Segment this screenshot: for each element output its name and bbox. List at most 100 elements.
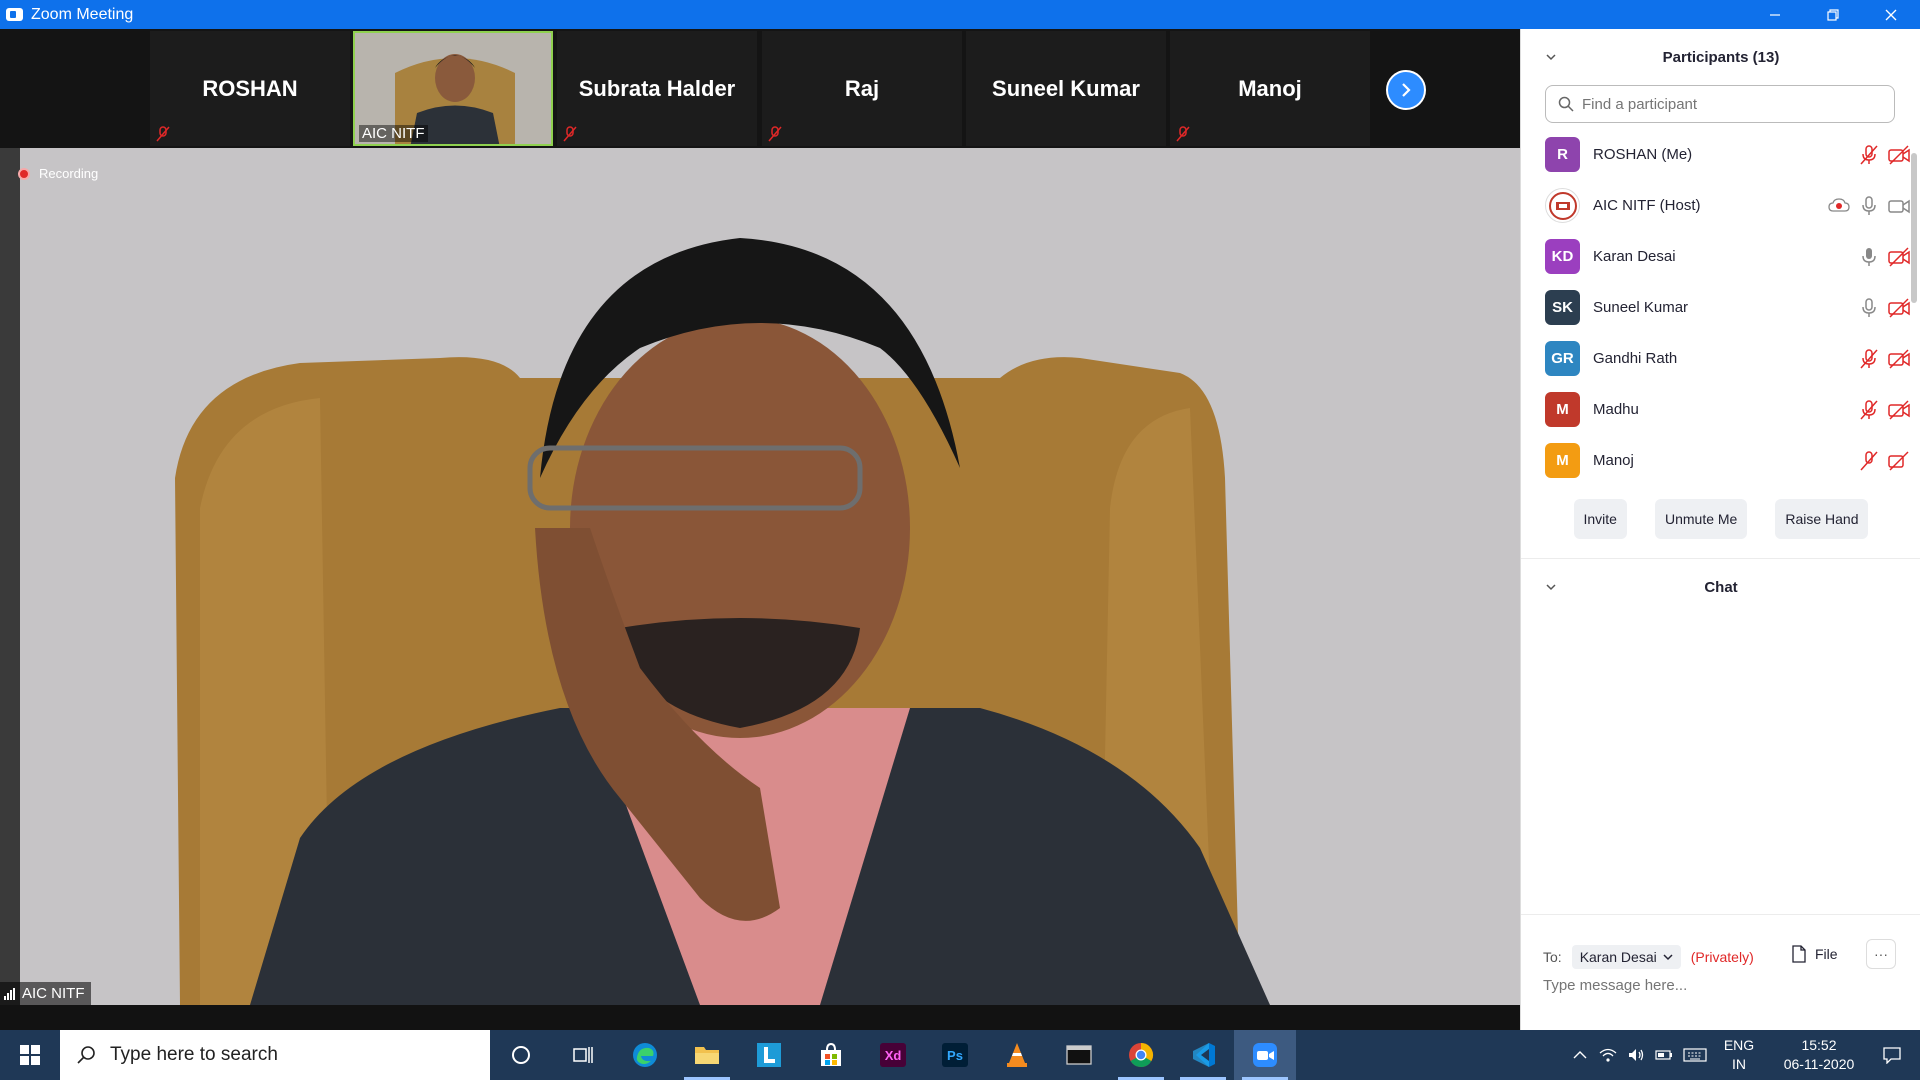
participant-row[interactable]: KD Karan Desai	[1521, 231, 1911, 282]
video-bottom-bar	[0, 1005, 1520, 1030]
chevron-down-icon	[1663, 954, 1673, 961]
participant-name: Karan Desai	[1593, 248, 1676, 265]
taskbar-app-file-explorer[interactable]	[676, 1030, 738, 1080]
chevron-down-icon[interactable]	[1545, 51, 1557, 63]
mic-icon[interactable]	[1857, 296, 1881, 320]
windows-taskbar: Type here to search Xd Ps ENG IN 15:52 0…	[0, 1030, 1920, 1080]
touch-keyboard-button[interactable]	[1678, 1030, 1712, 1080]
video-tile-aic-nitf[interactable]: AIC NITF	[353, 31, 553, 146]
taskbar-app-vscode[interactable]	[1172, 1030, 1234, 1080]
video-off-icon[interactable]	[1887, 245, 1911, 269]
to-label: To:	[1543, 949, 1562, 965]
avatar: R	[1545, 137, 1580, 172]
organization-logo-icon	[1548, 191, 1577, 220]
mic-muted-icon	[563, 126, 577, 142]
recipient-dropdown[interactable]: Karan Desai	[1571, 945, 1681, 969]
taskbar-search-placeholder: Type here to search	[110, 1044, 278, 1065]
chat-compose: To: Karan Desai (Privately) File ···	[1521, 914, 1920, 1030]
participant-row[interactable]: SK Suneel Kumar	[1521, 282, 1911, 333]
avatar: M	[1545, 443, 1580, 478]
chevron-up-icon	[1573, 1051, 1587, 1059]
show-hidden-icons-button[interactable]	[1566, 1030, 1594, 1080]
video-off-icon[interactable]	[1887, 398, 1911, 422]
mic-muted-icon	[768, 126, 782, 142]
taskbar-app-zoom[interactable]	[1234, 1030, 1296, 1080]
tile-name: Suneel Kumar	[992, 75, 1140, 101]
taskbar-app-l[interactable]	[738, 1030, 800, 1080]
video-off-icon[interactable]	[1887, 143, 1911, 167]
action-center-button[interactable]	[1864, 1046, 1920, 1064]
taskbar-app-adobe-xd[interactable]: Xd	[862, 1030, 924, 1080]
l-app-icon	[757, 1043, 781, 1067]
input-language-indicator[interactable]: ENG IN	[1718, 1036, 1760, 1074]
more-options-button[interactable]: ···	[1866, 939, 1896, 969]
taskbar-app-vlc[interactable]	[986, 1030, 1048, 1080]
battery-button[interactable]	[1650, 1030, 1678, 1080]
speaker-name-label: AIC NITF	[0, 982, 91, 1005]
participant-row[interactable]: GR Gandhi Rath	[1521, 333, 1911, 384]
taskbar-app-terminal[interactable]	[1048, 1030, 1110, 1080]
file-button[interactable]: File	[1791, 945, 1838, 963]
search-input[interactable]	[1582, 95, 1882, 113]
taskbar-app-edge[interactable]	[614, 1030, 676, 1080]
volume-button[interactable]	[1622, 1030, 1650, 1080]
wifi-icon	[1599, 1048, 1617, 1062]
cortana-button[interactable]	[490, 1030, 552, 1080]
video-tile-roshan[interactable]: ROSHAN	[150, 31, 350, 146]
video-off-icon[interactable]	[1887, 347, 1911, 371]
mic-muted-icon[interactable]	[1857, 143, 1881, 167]
participant-row[interactable]: AIC NITF (Host)	[1521, 180, 1911, 231]
mic-icon[interactable]	[1857, 245, 1881, 269]
tile-name: Manoj	[1238, 75, 1302, 101]
chevron-down-icon[interactable]	[1545, 581, 1557, 593]
scrollbar-thumb[interactable]	[1911, 153, 1917, 303]
restore-button[interactable]	[1804, 0, 1862, 29]
next-page-button[interactable]	[1386, 70, 1426, 110]
start-button[interactable]	[0, 1030, 60, 1080]
cortana-icon	[512, 1046, 530, 1064]
vscode-icon	[1193, 1043, 1215, 1067]
windows-logo-icon	[20, 1045, 40, 1065]
unmute-me-button[interactable]: Unmute Me	[1654, 499, 1748, 539]
participant-row[interactable]: R ROSHAN (Me)	[1521, 129, 1911, 180]
video-tile-raj[interactable]: Raj	[762, 31, 962, 146]
video-tile-subrata-halder[interactable]: Subrata Halder	[557, 31, 757, 146]
mic-muted-icon[interactable]	[1857, 449, 1881, 473]
task-view-button[interactable]	[552, 1030, 614, 1080]
zoom-app-icon	[6, 8, 23, 21]
invite-button[interactable]: Invite	[1573, 499, 1627, 539]
minimize-icon	[1770, 13, 1780, 16]
video-tile-suneel-kumar[interactable]: Suneel Kumar	[966, 31, 1166, 146]
video-on-icon[interactable]	[1887, 194, 1911, 218]
zoom-icon	[1253, 1043, 1277, 1067]
mic-icon[interactable]	[1857, 194, 1881, 218]
avatar: M	[1545, 392, 1580, 427]
minimize-button[interactable]	[1746, 0, 1804, 29]
participant-actions: Invite Unmute Me Raise Hand	[1521, 499, 1920, 539]
file-icon	[1792, 945, 1806, 963]
video-off-icon[interactable]	[1887, 449, 1911, 473]
participant-row[interactable]: M Manoj	[1521, 435, 1911, 486]
raise-hand-button[interactable]: Raise Hand	[1775, 499, 1869, 539]
taskbar-search[interactable]: Type here to search	[60, 1030, 490, 1080]
chat-message-input[interactable]	[1543, 977, 1893, 994]
participant-search[interactable]	[1545, 85, 1895, 123]
active-speaker-video[interactable]: Recording AIC NITF	[0, 148, 1520, 1005]
taskbar-app-store[interactable]	[800, 1030, 862, 1080]
participant-scrollbar[interactable]	[1911, 129, 1917, 487]
clock-time: 15:52	[1801, 1037, 1837, 1053]
privately-label: (Privately)	[1690, 949, 1754, 965]
mic-muted-icon[interactable]	[1857, 398, 1881, 422]
participant-row[interactable]: M Madhu	[1521, 384, 1911, 435]
speaker-icon	[1629, 1049, 1644, 1061]
taskbar-app-photoshop[interactable]: Ps	[924, 1030, 986, 1080]
video-tile-manoj[interactable]: Manoj	[1170, 31, 1370, 146]
recording-dot-icon	[18, 167, 30, 180]
mic-muted-icon[interactable]	[1857, 347, 1881, 371]
close-button[interactable]	[1862, 0, 1920, 29]
video-off-icon[interactable]	[1887, 296, 1911, 320]
network-button[interactable]	[1594, 1030, 1622, 1080]
taskbar-app-chrome[interactable]	[1110, 1030, 1172, 1080]
taskbar-clock[interactable]: 15:52 06-11-2020	[1774, 1036, 1864, 1074]
close-icon	[1885, 9, 1897, 20]
